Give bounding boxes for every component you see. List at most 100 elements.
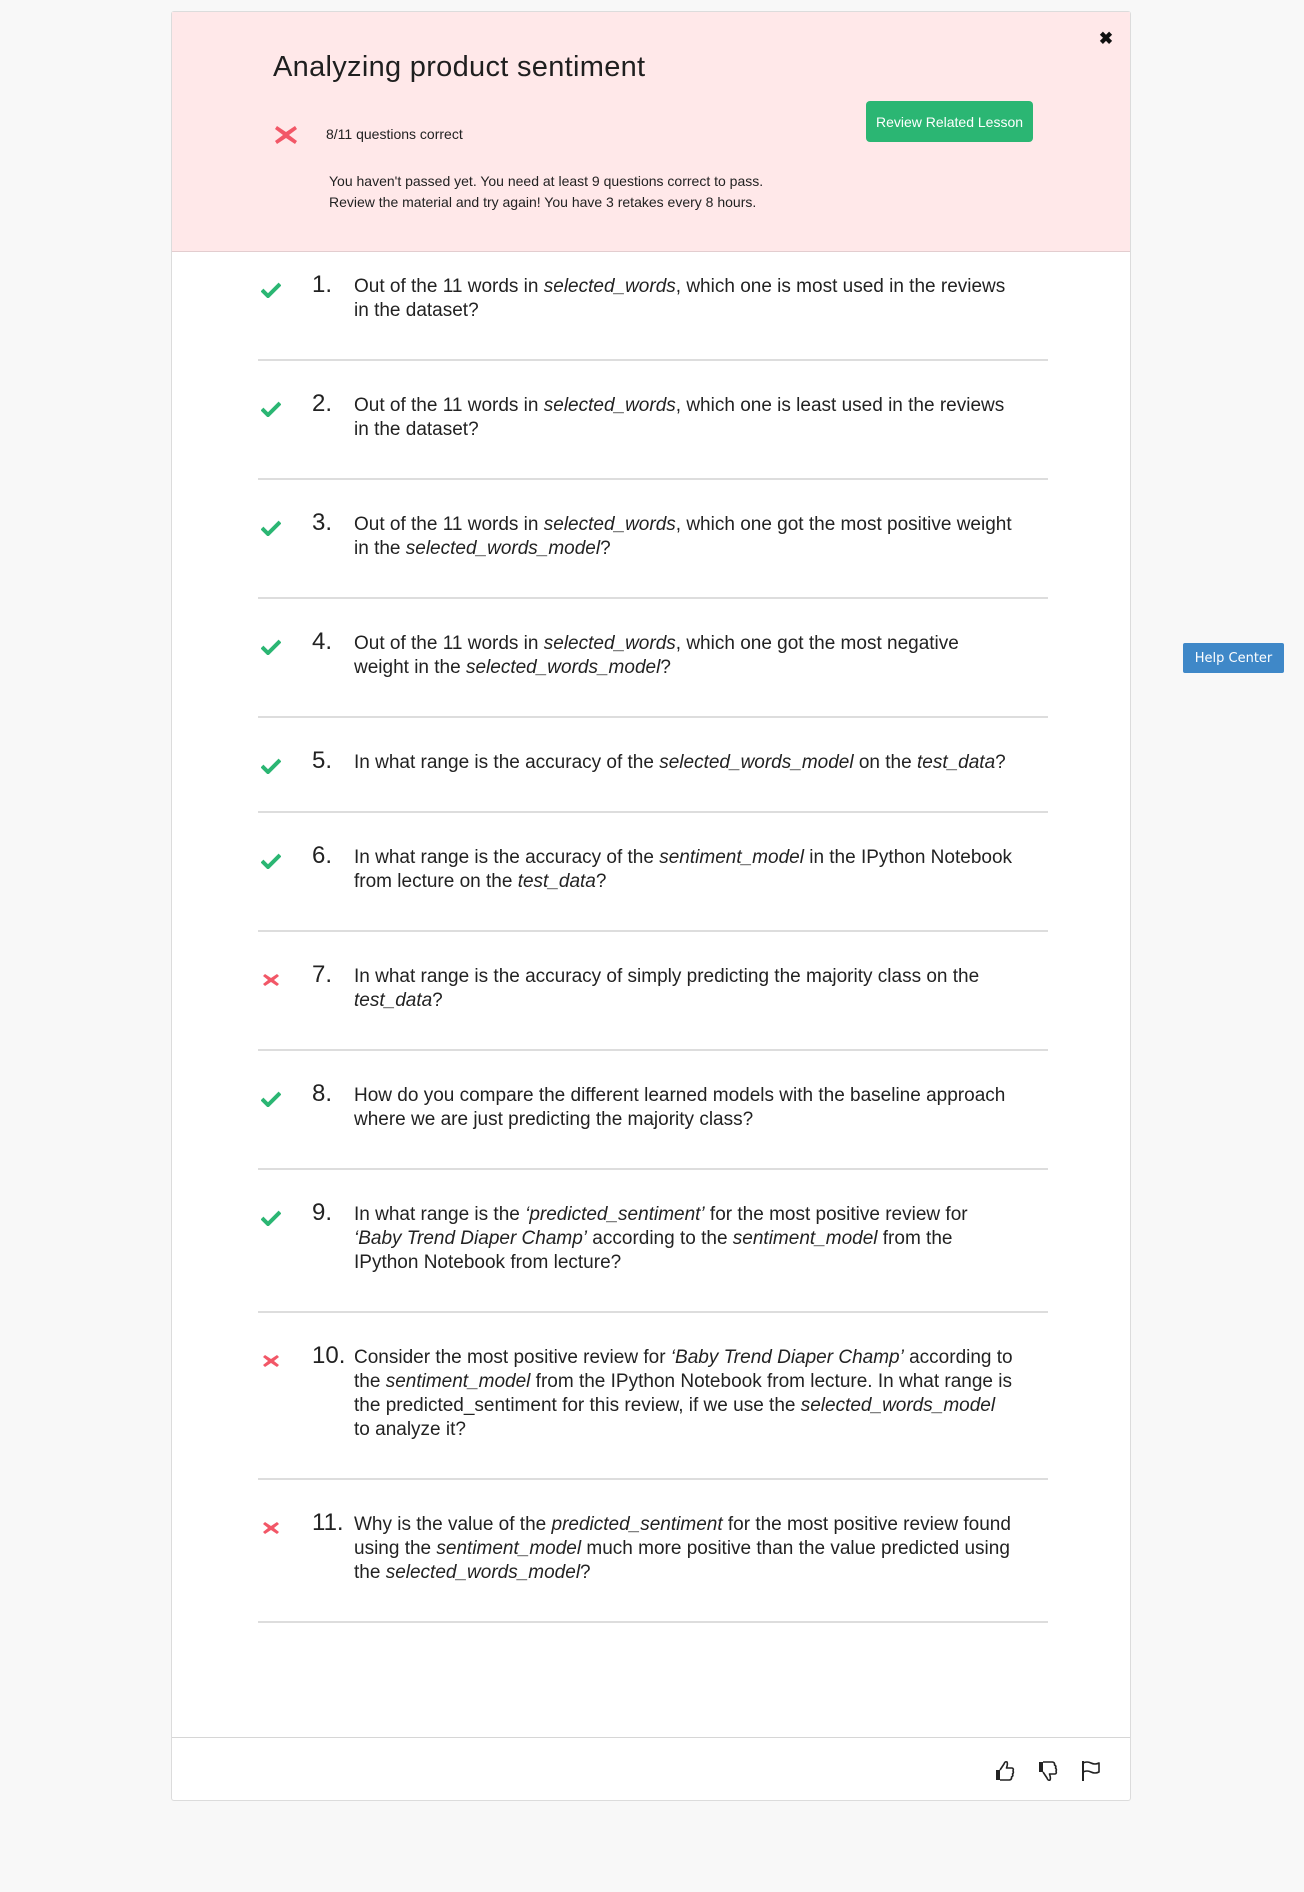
quiz-feedback-card: ✖ Analyzing product sentiment 8/11 quest… [171, 11, 1131, 1801]
question-text: Out of the 11 words in selected_words, w… [354, 275, 1014, 323]
text-segment: on the [853, 752, 917, 773]
question-number: 4. [312, 628, 333, 655]
code-term: ‘Baby Trend Diaper Champ’ [670, 1347, 904, 1368]
question-row[interactable]: 9. In what range is the ‘predicted_sentim… [258, 1170, 1048, 1313]
text-segment: according to the [587, 1228, 733, 1249]
question-number: 1. [312, 271, 333, 298]
review-related-lesson-button[interactable]: Review Related Lesson [866, 101, 1033, 142]
question-row[interactable]: 7. In what range is the accuracy of simpl… [258, 932, 1048, 1051]
question-row[interactable]: 1. Out of the 11 words in selected_words,… [258, 252, 1048, 361]
code-term: sentiment_model [659, 847, 804, 868]
code-term: test_data [517, 871, 596, 892]
text-segment: for the most positive review for [704, 1204, 968, 1225]
text-segment: Out of the 11 words in [354, 276, 544, 297]
code-term: selected_words_model [659, 752, 854, 773]
text-segment: Consider the most positive review for [354, 1347, 671, 1368]
question-text: In what range is the accuracy of the sel… [354, 751, 1014, 775]
text-segment: In what range is the [354, 1204, 526, 1225]
code-term: selected_words [543, 514, 676, 535]
check-icon [260, 1091, 282, 1108]
question-text: In what range is the ‘predicted_sentimen… [354, 1203, 1014, 1275]
code-term: ‘predicted_sentiment’ [525, 1204, 705, 1225]
text-segment: ? [995, 752, 1006, 773]
incorrect-x-icon [261, 972, 281, 988]
question-number: 6. [312, 842, 333, 869]
code-term: sentiment_model [436, 1538, 582, 1559]
text-segment: In what range is the accuracy of the [354, 752, 660, 773]
feedback-header: ✖ Analyzing product sentiment 8/11 quest… [172, 12, 1130, 252]
text-segment: ? [580, 1562, 591, 1583]
check-icon [260, 282, 282, 299]
pass-requirement-message: You haven't passed yet. You need at leas… [329, 171, 763, 213]
text-segment: Out of the 11 words in [354, 514, 544, 535]
question-number: 2. [312, 390, 333, 417]
text-segment: ? [432, 990, 443, 1011]
text-segment: In what range is the accuracy of simply … [354, 966, 980, 987]
thumbs-down-icon[interactable] [1037, 1760, 1058, 1782]
check-icon [260, 853, 282, 870]
help-center-button[interactable]: Help Center [1183, 643, 1284, 673]
code-term: test_data [916, 752, 996, 773]
question-text: How do you compare the different learned… [354, 1084, 1014, 1132]
question-row[interactable]: 11. Why is the value of the predicted_sen… [258, 1480, 1048, 1623]
question-number: 5. [312, 747, 333, 774]
feedback-actions [994, 1760, 1101, 1782]
code-term: test_data [354, 990, 433, 1011]
code-term: selected_words [543, 633, 676, 654]
code-term: selected_words [543, 276, 676, 297]
question-text: In what range is the accuracy of simply … [354, 965, 1014, 1013]
text-segment: Why is the value of the [354, 1514, 552, 1535]
message-line: You haven't passed yet. You need at leas… [329, 173, 764, 189]
check-icon [260, 639, 282, 656]
incorrect-x-icon [261, 1353, 281, 1369]
question-number: 8. [312, 1080, 333, 1107]
question-list: 1. Out of the 11 words in selected_words,… [258, 252, 1048, 1623]
question-text: Out of the 11 words in selected_words, w… [354, 513, 1014, 561]
thumbs-up-icon[interactable] [994, 1760, 1015, 1782]
question-text: Out of the 11 words in selected_words, w… [354, 394, 1014, 442]
check-icon [260, 520, 282, 537]
code-term: selected_words [543, 395, 676, 416]
text-segment: ? [595, 871, 607, 892]
question-row[interactable]: 10. Consider the most positive review for… [258, 1313, 1048, 1480]
question-row[interactable]: 4. Out of the 11 words in selected_words,… [258, 599, 1048, 718]
code-term: sentiment_model [385, 1371, 531, 1392]
text-segment: to analyze it? [354, 1419, 466, 1440]
question-text: In what range is the accuracy of the sen… [354, 846, 1014, 894]
question-number: 9. [312, 1199, 333, 1226]
code-term: selected_words_model [385, 1562, 581, 1583]
question-text: Out of the 11 words in selected_words, w… [354, 632, 1014, 680]
message-line: Review the material and try again! You h… [329, 194, 757, 210]
code-term: ‘Baby Trend Diaper Champ’ [354, 1228, 588, 1249]
code-term: selected_words_model [800, 1395, 996, 1416]
check-icon [260, 1210, 282, 1227]
text-segment: How do you compare the different learned… [354, 1085, 1006, 1130]
question-row[interactable]: 6. In what range is the accuracy of the s… [258, 813, 1048, 932]
check-icon [260, 401, 282, 418]
close-icon[interactable]: ✖ [1096, 29, 1116, 49]
check-icon [260, 758, 282, 775]
question-row[interactable]: 3. Out of the 11 words in selected_words,… [258, 480, 1048, 599]
code-term: sentiment_model [732, 1228, 878, 1249]
footer-divider [172, 1737, 1130, 1738]
text-segment: ? [660, 657, 671, 678]
question-number: 7. [312, 961, 333, 988]
text-segment: Out of the 11 words in [354, 395, 544, 416]
fail-x-icon [275, 126, 297, 144]
page-title: Analyzing product sentiment [273, 51, 646, 83]
incorrect-x-icon [261, 1520, 281, 1536]
question-number: 3. [312, 509, 333, 536]
text-segment: Out of the 11 words in [354, 633, 544, 654]
code-term: predicted_sentiment [551, 1514, 723, 1535]
text-segment: ? [600, 538, 611, 559]
question-row[interactable]: 8. How do you compare the different learn… [258, 1051, 1048, 1170]
question-row[interactable]: 2. Out of the 11 words in selected_words,… [258, 361, 1048, 480]
question-number: 11. [312, 1509, 344, 1536]
question-text: Consider the most positive review for ‘B… [354, 1346, 1014, 1442]
question-number: 10. [312, 1342, 346, 1369]
question-text: Why is the value of the predicted_sentim… [354, 1513, 1014, 1585]
code-term: selected_words_model [465, 657, 661, 678]
question-row[interactable]: 5. In what range is the accuracy of the s… [258, 718, 1048, 813]
flag-icon[interactable] [1080, 1760, 1101, 1782]
score-text: 8/11 questions correct [326, 126, 463, 142]
